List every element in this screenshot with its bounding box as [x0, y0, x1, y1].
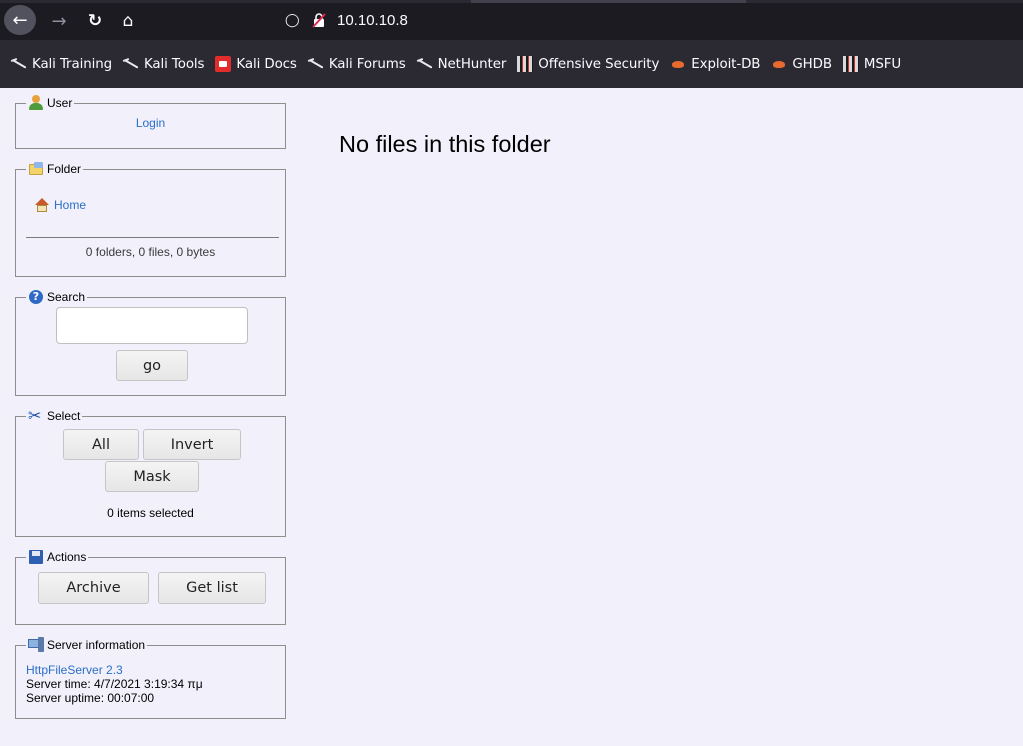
bookmark-nethunter[interactable]: NetHunter [417, 56, 507, 72]
home-folder-icon [34, 197, 50, 213]
tracking-shield-icon[interactable]: ◯ [285, 13, 301, 28]
search-legend-text: Search [47, 290, 86, 304]
bookmark-label: GHDB [792, 56, 832, 72]
httpfileserver-link[interactable]: HttpFileServer 2.3 [26, 663, 285, 677]
bookmark-kali-tools[interactable]: Kali Tools [123, 56, 205, 72]
user-icon [28, 95, 44, 111]
actions-panel: Actions Archive Get list [15, 549, 286, 625]
folder-panel: Folder Home 0 folders, 0 files, 0 bytes [15, 161, 286, 277]
save-disk-icon [28, 549, 44, 565]
reload-icon[interactable]: ↻ [80, 7, 110, 35]
user-legend: User [26, 95, 74, 111]
kali-dragon-icon [11, 56, 27, 72]
bookmark-label: Offensive Security [538, 56, 660, 72]
folder-summary: 0 folders, 0 files, 0 bytes [85, 245, 216, 259]
bookmark-label: Kali Tools [143, 56, 205, 72]
offsec-icon [517, 56, 534, 72]
login-link[interactable]: Login [16, 116, 285, 130]
selection-status: 0 items selected [107, 506, 194, 520]
bookmark-exploit-db[interactable]: Exploit-DB [670, 56, 760, 72]
scissors-icon [28, 406, 44, 425]
mask-button[interactable]: Mask [105, 461, 199, 492]
bookmark-ghdb[interactable]: GHDB [771, 56, 832, 72]
folder-divider [26, 237, 279, 238]
forward-arrow-icon[interactable]: → [44, 7, 74, 35]
user-legend-text: User [47, 96, 73, 110]
home-link[interactable]: Home [34, 197, 86, 213]
exploit-db-icon [670, 56, 686, 72]
search-input[interactable] [56, 307, 248, 344]
offsec-icon [842, 56, 859, 72]
user-panel: User Login [15, 95, 286, 149]
bookmark-label: Kali Forums [328, 56, 406, 72]
bookmark-kali-forums[interactable]: Kali Forums [308, 56, 406, 72]
server-info-legend: Server information [26, 637, 147, 653]
tab-strip [0, 0, 1023, 3]
browser-toolbar: ← → ↻ ⌂ ◯ 10.10.10.8 [0, 0, 1023, 40]
search-panel: Search go [15, 289, 286, 396]
select-all-button[interactable]: All [63, 429, 139, 460]
help-icon [28, 289, 44, 305]
server-icon [28, 637, 44, 653]
select-panel: Select All Invert Mask 0 items selected [15, 406, 286, 537]
folder-legend: Folder [26, 161, 83, 177]
back-arrow-icon[interactable]: ← [4, 5, 36, 35]
empty-folder-message: No files in this folder [339, 131, 551, 157]
folder-icon [28, 161, 44, 177]
server-uptime: Server uptime: 00:07:00 [26, 691, 155, 705]
kali-dragon-icon [123, 56, 139, 72]
select-legend-text: Select [47, 409, 81, 423]
home-icon[interactable]: ⌂ [113, 7, 143, 35]
bookmark-label: Kali Training [32, 56, 112, 72]
home-link-label: Home [54, 198, 87, 212]
bookmark-msfu[interactable]: MSFU [842, 56, 902, 72]
server-info-legend-text: Server information [47, 638, 146, 652]
bookmark-label: MSFU [863, 56, 902, 72]
bookmark-label: Kali Docs [236, 56, 297, 72]
kali-dragon-icon [308, 56, 324, 72]
go-button[interactable]: go [116, 350, 188, 381]
invert-selection-button[interactable]: Invert [143, 429, 241, 460]
bookmark-label: Exploit-DB [691, 56, 761, 72]
active-tab-indicator [471, 0, 746, 3]
actions-legend-text: Actions [47, 550, 87, 564]
kali-docs-icon [215, 56, 232, 72]
folder-legend-text: Folder [47, 162, 82, 176]
url-text[interactable]: 10.10.10.8 [337, 12, 408, 29]
bookmark-kali-docs[interactable]: Kali Docs [215, 56, 297, 72]
insecure-lock-icon[interactable] [311, 12, 327, 28]
kali-dragon-icon [417, 56, 433, 72]
select-legend: Select [26, 406, 82, 425]
search-legend: Search [26, 289, 87, 305]
exploit-db-icon [771, 56, 787, 72]
url-bar[interactable]: ◯ 10.10.10.8 [277, 4, 1023, 36]
bookmark-kali-training[interactable]: Kali Training [11, 56, 112, 72]
archive-button[interactable]: Archive [38, 572, 149, 604]
server-time: Server time: 4/7/2021 3:19:34 πμ [26, 677, 203, 691]
actions-legend: Actions [26, 549, 88, 565]
bookmark-offensive-security[interactable]: Offensive Security [517, 56, 659, 72]
bookmark-label: NetHunter [437, 56, 507, 72]
bookmarks-bar: Kali Training Kali Tools Kali Docs Kali … [0, 40, 1023, 88]
server-info-panel: Server information HttpFileServer 2.3 Se… [15, 637, 286, 719]
get-list-button[interactable]: Get list [158, 572, 266, 604]
